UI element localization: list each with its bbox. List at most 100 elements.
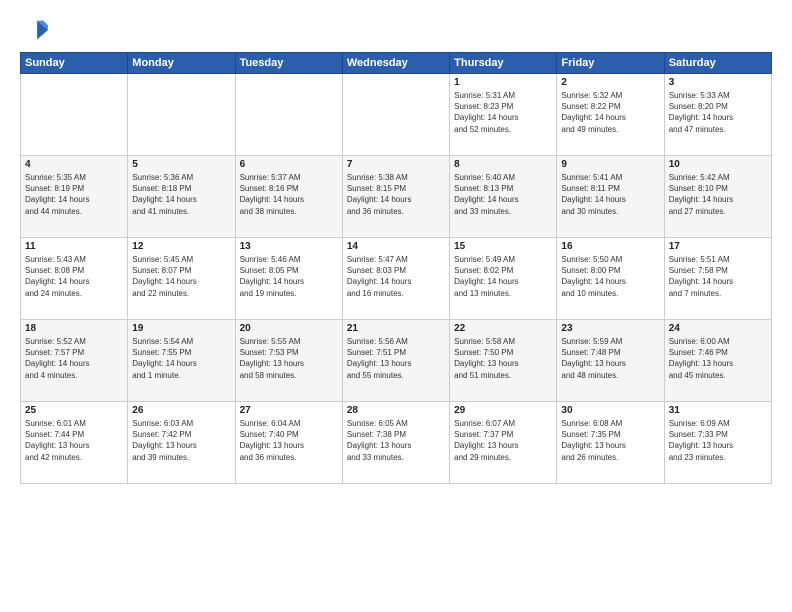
day-cell: 3Sunrise: 5:33 AM Sunset: 8:20 PM Daylig…	[664, 74, 771, 156]
day-cell: 15 Sunrise: 5:49 AM Sunset: 8:02 PM Dayli…	[450, 238, 557, 320]
header-row: SundayMondayTuesdayWednesdayThursdayFrid…	[21, 53, 772, 74]
day-number: 15	[454, 241, 552, 252]
day-number: 5	[132, 159, 230, 170]
day-content: Sunrise: 5:46 AM Sunset: 8:05 PM Dayligh…	[240, 254, 338, 299]
day-cell: 18Sunrise: 5:52 AM Sunset: 7:57 PM Dayli…	[21, 320, 128, 402]
day-number: 1	[454, 77, 552, 88]
day-number: 22	[454, 323, 552, 334]
day-cell: 2 Sunrise: 5:32 AM Sunset: 8:22 PM Daylig…	[557, 74, 664, 156]
day-number: 9	[561, 159, 659, 170]
day-content: Sunrise: 5:56 AM Sunset: 7:51 PM Dayligh…	[347, 336, 445, 381]
day-cell: 11 Sunrise: 5:43 AM Sunset: 8:08 PM Dayli…	[21, 238, 128, 320]
day-cell: 1 Sunrise: 5:31 AM Sunset: 8:23 PM Daylig…	[450, 74, 557, 156]
day-cell: 17 Sunrise: 5:51 AM Sunset: 7:58 PM Dayli…	[664, 238, 771, 320]
day-number: 29	[454, 405, 552, 416]
logo	[20, 16, 52, 44]
day-content: Sunrise: 5:47 AM Sunset: 8:03 PM Dayligh…	[347, 254, 445, 299]
day-content: Sunrise: 6:07 AM Sunset: 7:37 PM Dayligh…	[454, 418, 552, 463]
day-cell: 22 Sunrise: 5:58 AM Sunset: 7:50 PM Dayli…	[450, 320, 557, 402]
day-number: 18	[25, 323, 123, 334]
page: SundayMondayTuesdayWednesdayThursdayFrid…	[0, 0, 792, 612]
day-cell: 26 Sunrise: 6:03 AM Sunset: 7:42 PM Dayli…	[128, 402, 235, 484]
day-content: Sunrise: 5:33 AM Sunset: 8:20 PM Dayligh…	[669, 90, 767, 135]
col-header-monday: Monday	[128, 53, 235, 74]
week-row-3: 11 Sunrise: 5:43 AM Sunset: 8:08 PM Dayli…	[21, 238, 772, 320]
day-number: 26	[132, 405, 230, 416]
day-number: 6	[240, 159, 338, 170]
day-content: Sunrise: 5:43 AM Sunset: 8:08 PM Dayligh…	[25, 254, 123, 299]
day-number: 8	[454, 159, 552, 170]
day-number: 30	[561, 405, 659, 416]
day-number: 13	[240, 241, 338, 252]
day-content: Sunrise: 5:58 AM Sunset: 7:50 PM Dayligh…	[454, 336, 552, 381]
day-content: Sunrise: 5:51 AM Sunset: 7:58 PM Dayligh…	[669, 254, 767, 299]
day-content: Sunrise: 6:05 AM Sunset: 7:38 PM Dayligh…	[347, 418, 445, 463]
day-number: 11	[25, 241, 123, 252]
day-cell: 12 Sunrise: 5:45 AM Sunset: 8:07 PM Dayli…	[128, 238, 235, 320]
week-row-1: 1 Sunrise: 5:31 AM Sunset: 8:23 PM Daylig…	[21, 74, 772, 156]
day-content: Sunrise: 6:09 AM Sunset: 7:33 PM Dayligh…	[669, 418, 767, 463]
day-cell: 29 Sunrise: 6:07 AM Sunset: 7:37 PM Dayli…	[450, 402, 557, 484]
day-cell	[21, 74, 128, 156]
header	[20, 16, 772, 44]
day-cell: 25 Sunrise: 6:01 AM Sunset: 7:44 PM Dayli…	[21, 402, 128, 484]
col-header-thursday: Thursday	[450, 53, 557, 74]
day-cell: 30 Sunrise: 6:08 AM Sunset: 7:35 PM Dayli…	[557, 402, 664, 484]
day-content: Sunrise: 5:35 AM Sunset: 8:19 PM Dayligh…	[25, 172, 123, 217]
day-content: Sunrise: 5:45 AM Sunset: 8:07 PM Dayligh…	[132, 254, 230, 299]
day-cell	[235, 74, 342, 156]
day-cell: 19Sunrise: 5:54 AM Sunset: 7:55 PM Dayli…	[128, 320, 235, 402]
day-content: Sunrise: 5:50 AM Sunset: 8:00 PM Dayligh…	[561, 254, 659, 299]
day-number: 31	[669, 405, 767, 416]
day-cell: 14 Sunrise: 5:47 AM Sunset: 8:03 PM Dayli…	[342, 238, 449, 320]
day-content: Sunrise: 6:03 AM Sunset: 7:42 PM Dayligh…	[132, 418, 230, 463]
week-row-5: 25 Sunrise: 6:01 AM Sunset: 7:44 PM Dayli…	[21, 402, 772, 484]
day-content: Sunrise: 5:32 AM Sunset: 8:22 PM Dayligh…	[561, 90, 659, 135]
day-cell: 27 Sunrise: 6:04 AM Sunset: 7:40 PM Dayli…	[235, 402, 342, 484]
day-content: Sunrise: 5:31 AM Sunset: 8:23 PM Dayligh…	[454, 90, 552, 135]
day-content: Sunrise: 6:08 AM Sunset: 7:35 PM Dayligh…	[561, 418, 659, 463]
day-number: 20	[240, 323, 338, 334]
day-content: Sunrise: 5:38 AM Sunset: 8:15 PM Dayligh…	[347, 172, 445, 217]
day-content: Sunrise: 5:36 AM Sunset: 8:18 PM Dayligh…	[132, 172, 230, 217]
day-cell: 7 Sunrise: 5:38 AM Sunset: 8:15 PM Daylig…	[342, 156, 449, 238]
day-cell: 23 Sunrise: 5:59 AM Sunset: 7:48 PM Dayli…	[557, 320, 664, 402]
day-content: Sunrise: 5:42 AM Sunset: 8:10 PM Dayligh…	[669, 172, 767, 217]
day-number: 4	[25, 159, 123, 170]
day-number: 19	[132, 323, 230, 334]
day-number: 2	[561, 77, 659, 88]
day-content: Sunrise: 5:49 AM Sunset: 8:02 PM Dayligh…	[454, 254, 552, 299]
day-content: Sunrise: 6:00 AM Sunset: 7:46 PM Dayligh…	[669, 336, 767, 381]
day-number: 17	[669, 241, 767, 252]
col-header-friday: Friday	[557, 53, 664, 74]
day-number: 12	[132, 241, 230, 252]
day-cell: 24 Sunrise: 6:00 AM Sunset: 7:46 PM Dayli…	[664, 320, 771, 402]
logo-icon	[20, 16, 48, 44]
day-content: Sunrise: 5:59 AM Sunset: 7:48 PM Dayligh…	[561, 336, 659, 381]
day-cell: 5 Sunrise: 5:36 AM Sunset: 8:18 PM Daylig…	[128, 156, 235, 238]
col-header-saturday: Saturday	[664, 53, 771, 74]
day-number: 25	[25, 405, 123, 416]
week-row-2: 4 Sunrise: 5:35 AM Sunset: 8:19 PM Daylig…	[21, 156, 772, 238]
day-content: Sunrise: 5:41 AM Sunset: 8:11 PM Dayligh…	[561, 172, 659, 217]
day-content: Sunrise: 6:04 AM Sunset: 7:40 PM Dayligh…	[240, 418, 338, 463]
day-number: 7	[347, 159, 445, 170]
day-number: 27	[240, 405, 338, 416]
col-header-tuesday: Tuesday	[235, 53, 342, 74]
day-cell: 8Sunrise: 5:40 AM Sunset: 8:13 PM Daylig…	[450, 156, 557, 238]
day-cell: 31 Sunrise: 6:09 AM Sunset: 7:33 PM Dayli…	[664, 402, 771, 484]
day-content: Sunrise: 6:01 AM Sunset: 7:44 PM Dayligh…	[25, 418, 123, 463]
col-header-wednesday: Wednesday	[342, 53, 449, 74]
calendar-table: SundayMondayTuesdayWednesdayThursdayFrid…	[20, 52, 772, 484]
day-number: 10	[669, 159, 767, 170]
week-row-4: 18Sunrise: 5:52 AM Sunset: 7:57 PM Dayli…	[21, 320, 772, 402]
day-cell: 9 Sunrise: 5:41 AM Sunset: 8:11 PM Daylig…	[557, 156, 664, 238]
day-number: 23	[561, 323, 659, 334]
day-cell	[342, 74, 449, 156]
day-cell	[128, 74, 235, 156]
day-number: 16	[561, 241, 659, 252]
day-cell: 13 Sunrise: 5:46 AM Sunset: 8:05 PM Dayli…	[235, 238, 342, 320]
day-number: 14	[347, 241, 445, 252]
day-number: 24	[669, 323, 767, 334]
day-content: Sunrise: 5:55 AM Sunset: 7:53 PM Dayligh…	[240, 336, 338, 381]
